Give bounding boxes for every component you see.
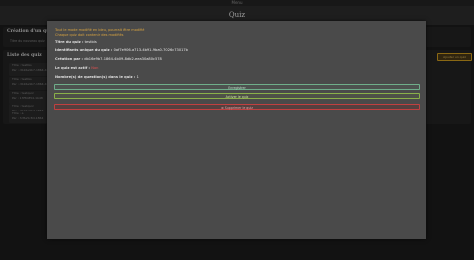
question-count-label: Nombre(s) de question(s) dans le quiz :: [55, 75, 137, 79]
quiz-creator-value: db16e9b7-1864-4b09-8db2-eea30a80c578: [84, 57, 162, 61]
quiz-creator-row: Création par : db16e9b7-1864-4b09-8db2-e…: [55, 57, 162, 61]
quiz-detail-modal: Tout le mode modifié en bleu, pourrait ê…: [47, 21, 426, 239]
quiz-creator-label: Création par :: [55, 57, 85, 61]
delete-quiz-label: Supprimer le quiz: [224, 106, 253, 110]
quiz-title-value[interactable]: testbis: [85, 40, 97, 44]
quiz-active-value[interactable]: Non: [91, 66, 98, 70]
question-count-value: 1: [136, 75, 139, 79]
question-count-row: Nombre(s) de question(s) dans le quiz : …: [55, 75, 139, 79]
quiz-active-row: Le quiz est actif : Non: [55, 66, 98, 70]
quiz-title-label: Titre du quiz :: [55, 40, 85, 44]
quiz-active-label: Le quiz est actif :: [55, 66, 92, 70]
quiz-id-label: Identifiants unique du quiz :: [55, 48, 114, 52]
warning-message: Tout le mode modifié en bleu, pourrait ê…: [55, 28, 144, 37]
delete-quiz-button[interactable]: ⊗ Supprimer le quiz: [54, 104, 420, 110]
quiz-id-row: Identifiants unique du quiz : 0af7e906-a…: [55, 48, 188, 52]
quiz-title-row: Titre du quiz : testbis: [55, 40, 97, 44]
warning-line-1: Tout le mode modifié en bleu, pourrait ê…: [55, 28, 145, 32]
activate-quiz-button[interactable]: Activer le quiz: [54, 93, 420, 99]
quiz-id-value: 0af7e906-a713-4b91-9ba0-7026c73017b: [113, 48, 188, 52]
save-button[interactable]: Enregistrer: [54, 84, 420, 90]
warning-line-2: Chaque quiz doit contenir des modifiés: [55, 32, 124, 37]
